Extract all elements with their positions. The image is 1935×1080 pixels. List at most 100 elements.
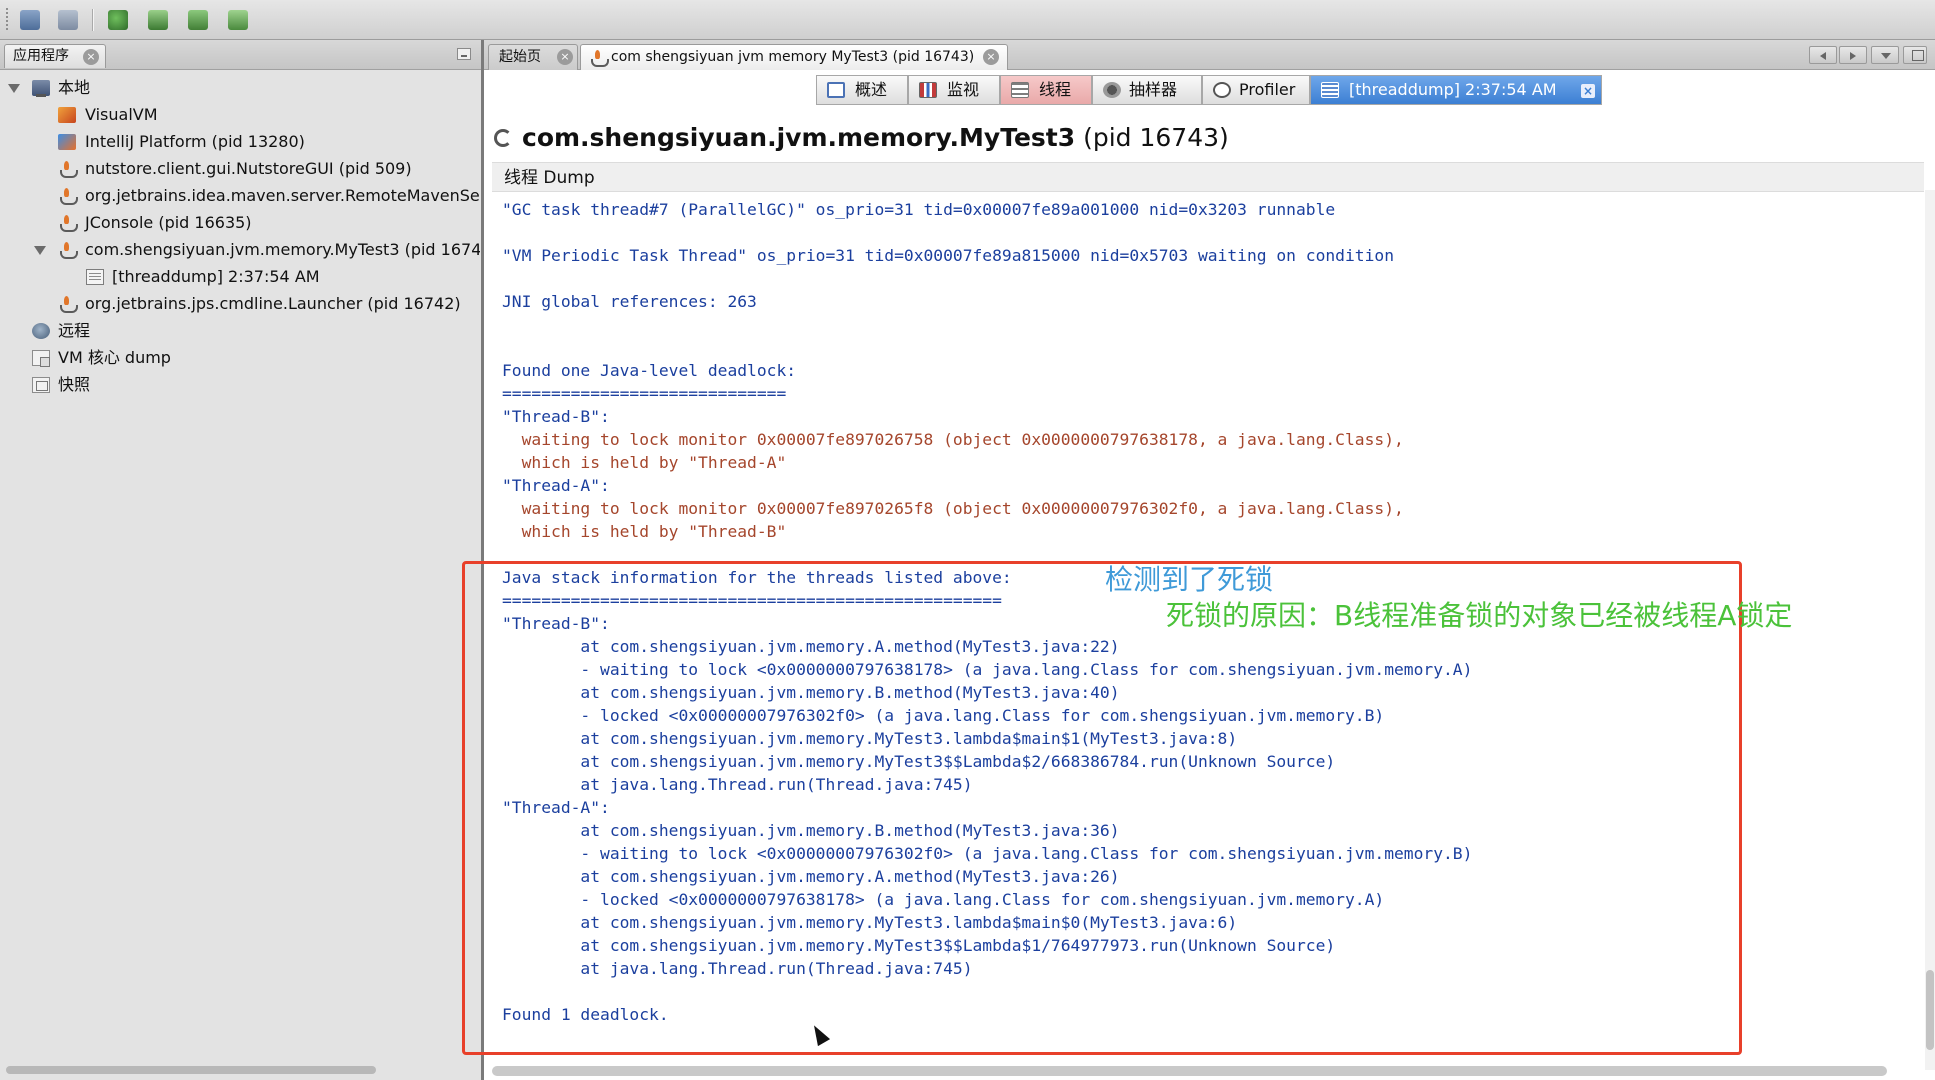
open-file-button[interactable]	[16, 6, 44, 34]
tab-threads[interactable]: 线程	[1000, 75, 1092, 105]
dump-line: Found one Java-level deadlock:	[502, 361, 797, 380]
close-icon[interactable]: ×	[1581, 84, 1595, 98]
save-button[interactable]	[54, 6, 82, 34]
scrollbar-thumb[interactable]	[1926, 970, 1934, 1050]
save-icon	[58, 10, 78, 30]
tab-label: 起始页	[499, 49, 541, 65]
app-name: com.shengsiyuan.jvm.memory.MyTest3	[522, 123, 1076, 152]
main-toolbar	[0, 0, 1935, 40]
annotation-highlight-box	[462, 561, 1742, 1055]
profiler-icon	[1213, 82, 1231, 98]
tab-monitor[interactable]: 监视	[908, 75, 1000, 105]
add-remote-host-button[interactable]	[144, 6, 172, 34]
add-remote-host-icon	[148, 10, 168, 30]
add-snapshot-button[interactable]	[224, 6, 252, 34]
intellij-icon	[58, 134, 76, 150]
app-pid: (pid 16743)	[1083, 123, 1229, 152]
tab-label: 线程	[1039, 80, 1072, 99]
tree-node-threaddump[interactable]: [threaddump] 2:37:54 AM	[0, 264, 480, 290]
tab-profiler[interactable]: Profiler	[1202, 75, 1310, 105]
close-icon[interactable]: ×	[557, 49, 573, 65]
snapshot-icon	[32, 377, 50, 393]
remote-icon	[32, 323, 50, 339]
tree-node-local[interactable]: 本地	[0, 75, 480, 101]
scroll-tabs-left-button[interactable]	[1809, 46, 1837, 64]
tab-start-page[interactable]: 起始页 ×	[488, 44, 578, 70]
tree-node-nutstore[interactable]: nutstore.client.gui.NutstoreGUI (pid 509…	[0, 156, 480, 182]
sampler-icon	[1103, 82, 1121, 98]
tree-node-label: com.shengsiyuan.jvm.memory.MyTest3 (pid …	[85, 240, 480, 259]
tree-node-label: 快照	[58, 375, 91, 394]
applications-panel: 应用程序 × 本地 VisualVM IntelliJ Platform (pi…	[0, 40, 484, 1080]
tree-node-jps-launcher[interactable]: org.jetbrains.jps.cmdline.Launcher (pid …	[0, 291, 480, 317]
overview-icon	[827, 82, 845, 98]
tree-node-label: org.jetbrains.jps.cmdline.Launcher (pid …	[85, 294, 461, 313]
scroll-tabs-right-button[interactable]	[1839, 46, 1867, 64]
tree-node-remote[interactable]: 远程	[0, 318, 480, 344]
tab-mytest3[interactable]: com shengsiyuan jvm memory MyTest3 (pid …	[580, 44, 1008, 70]
tab-list-button[interactable]	[1871, 46, 1899, 64]
document-tab-strip: 起始页 × com shengsiyuan jvm memory MyTest3…	[484, 40, 1935, 70]
applications-tree: 本地 VisualVM IntelliJ Platform (pid 13280…	[0, 72, 481, 1062]
java-icon	[58, 242, 78, 259]
monitor-icon	[919, 82, 937, 98]
add-jmx-icon	[108, 10, 128, 30]
dump-line: JNI global references: 263	[502, 292, 757, 311]
dump-line: which is held by "Thread-A"	[502, 453, 787, 472]
tab-label: 监视	[947, 80, 980, 99]
dump-line: which is held by "Thread-B"	[502, 522, 787, 541]
dump-line: "Thread-A":	[502, 476, 610, 495]
close-icon[interactable]: ×	[83, 49, 99, 65]
vertical-scrollbar[interactable]	[1925, 190, 1935, 1070]
dump-line: =============================	[502, 384, 787, 403]
tree-node-core-dump[interactable]: VM 核心 dump	[0, 345, 480, 371]
open-file-icon	[20, 10, 40, 30]
tree-node-visualvm[interactable]: VisualVM	[0, 102, 480, 128]
horizontal-scrollbar[interactable]	[492, 1066, 1887, 1076]
tree-node-snapshots[interactable]: 快照	[0, 372, 480, 398]
thread-dump-icon	[1321, 82, 1339, 98]
tree-node-label: JConsole (pid 16635)	[85, 213, 252, 232]
dump-line: waiting to lock monitor 0x00007fe8970267…	[502, 430, 1404, 449]
tree-node-label: VisualVM	[85, 105, 158, 124]
tree-node-intellij[interactable]: IntelliJ Platform (pid 13280)	[0, 129, 480, 155]
close-icon[interactable]: ×	[983, 49, 999, 65]
tree-node-jconsole[interactable]: JConsole (pid 16635)	[0, 210, 480, 236]
horizontal-scrollbar[interactable]	[6, 1066, 376, 1074]
page-title: com.shengsiyuan.jvm.memory.MyTest3 (pid …	[522, 120, 1229, 156]
minimize-panel-button[interactable]	[457, 48, 471, 60]
add-core-dump-button[interactable]	[184, 6, 212, 34]
tab-label: 抽样器	[1129, 80, 1178, 99]
annotation-text: 检测到了死锁	[1105, 563, 1274, 596]
tab-navigation	[1809, 46, 1929, 64]
java-icon	[58, 296, 78, 313]
add-jmx-button[interactable]	[104, 6, 132, 34]
chevron-down-icon[interactable]	[34, 246, 46, 255]
tab-label: 概述	[855, 80, 888, 99]
maximize-button[interactable]	[1903, 46, 1927, 64]
tree-node-label: nutstore.client.gui.NutstoreGUI (pid 509…	[85, 159, 412, 178]
tab-sampler[interactable]: 抽样器	[1092, 75, 1202, 105]
section-title: 线程 Dump	[504, 168, 595, 188]
tree-node-label: IntelliJ Platform (pid 13280)	[85, 132, 305, 151]
applications-tab-strip: 应用程序 ×	[0, 40, 481, 70]
tree-node-label: [threaddump] 2:37:54 AM	[112, 267, 320, 286]
applications-tab-label: 应用程序	[13, 48, 69, 64]
dump-line: "GC task thread#7 (ParallelGC)" os_prio=…	[502, 200, 1336, 219]
applications-tab[interactable]: 应用程序 ×	[4, 44, 106, 68]
annotation-text: 死锁的原因：B线程准备锁的对象已经被线程A锁定	[1166, 599, 1793, 632]
chevron-down-icon[interactable]	[8, 84, 20, 93]
tab-threaddump[interactable]: [threaddump] 2:37:54 AM ×	[1310, 75, 1602, 105]
dump-line: "VM Periodic Task Thread" os_prio=31 tid…	[502, 246, 1394, 265]
tab-label: [threaddump] 2:37:54 AM	[1349, 80, 1557, 99]
threads-icon	[1011, 82, 1029, 98]
tree-node-mytest3[interactable]: com.shengsiyuan.jvm.memory.MyTest3 (pid …	[0, 237, 480, 263]
tree-node-label: 远程	[58, 321, 91, 340]
host-icon	[32, 80, 50, 97]
tree-node-maven-server[interactable]: org.jetbrains.idea.maven.server.RemoteMa…	[0, 183, 480, 209]
core-dump-icon	[32, 350, 50, 367]
tree-node-label: org.jetbrains.idea.maven.server.RemoteMa…	[85, 186, 480, 205]
tab-label: com shengsiyuan jvm memory MyTest3 (pid …	[611, 49, 975, 65]
tree-node-label: 本地	[58, 78, 91, 97]
tab-overview[interactable]: 概述	[816, 75, 908, 105]
